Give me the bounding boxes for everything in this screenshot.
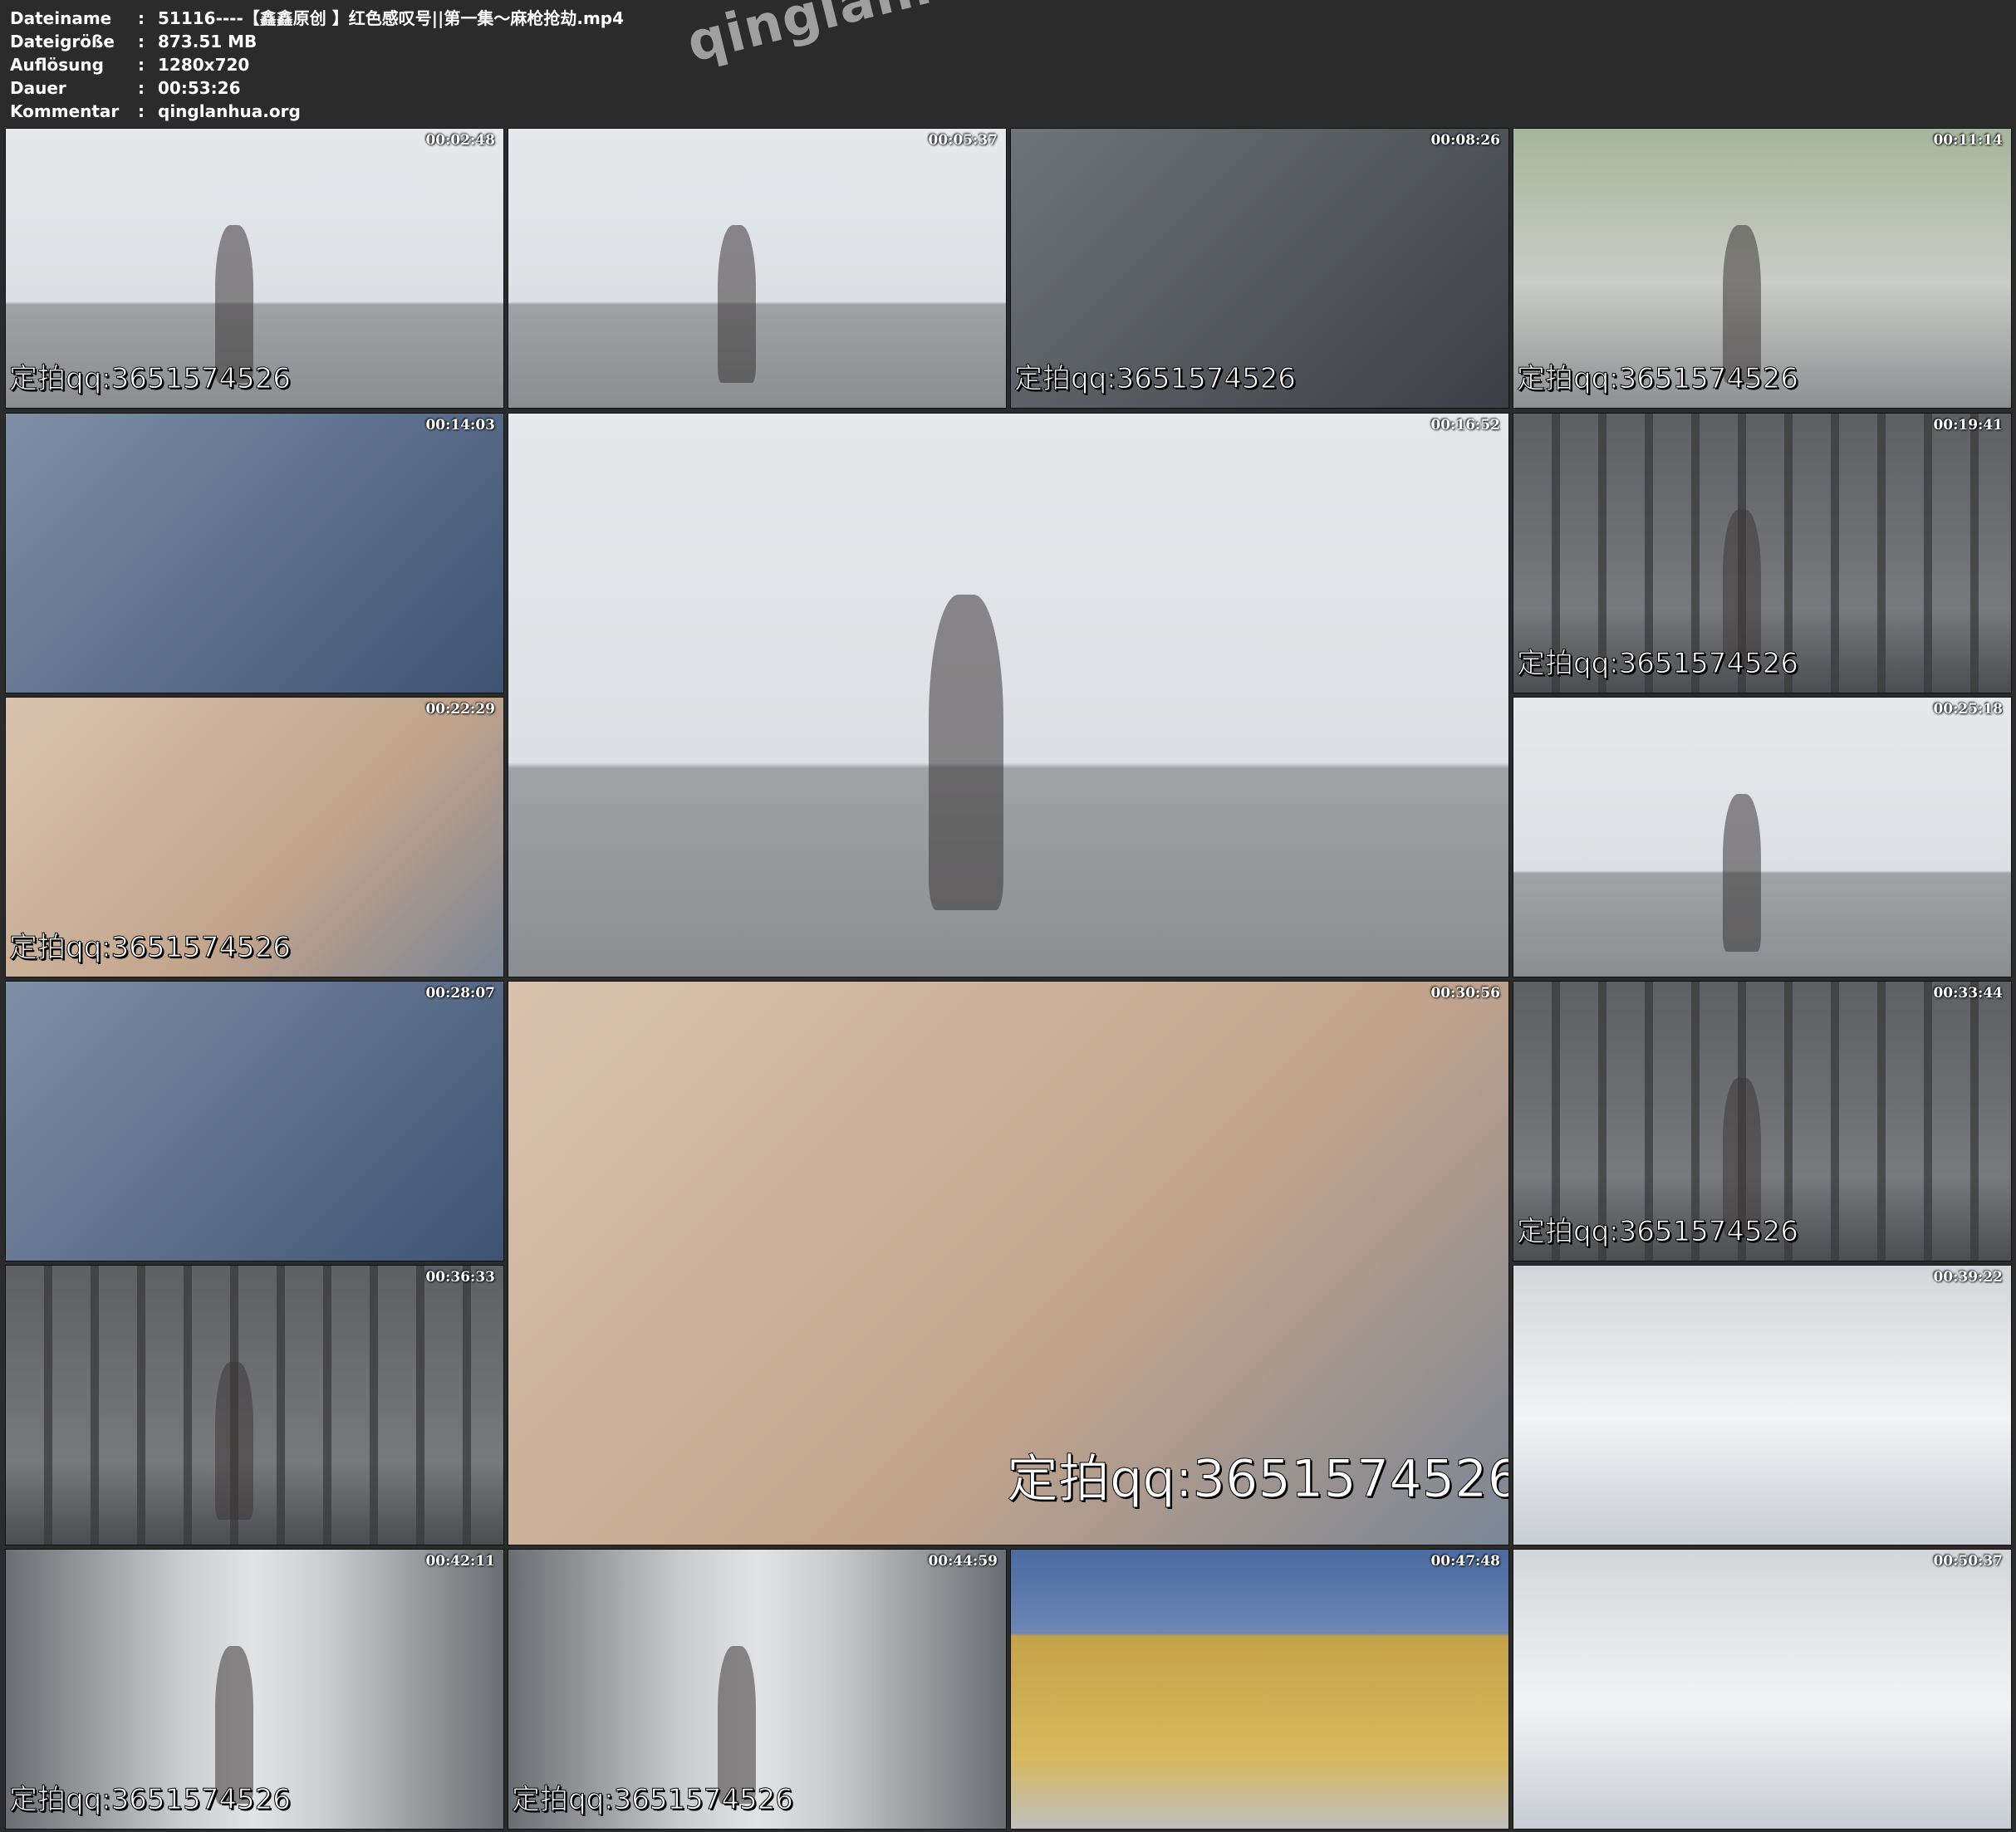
thumbnail-timestamp: 00:50:37 xyxy=(1933,1553,2003,1570)
thumbnail-caption: 定拍qq:3651574526 xyxy=(1006,1448,1509,1510)
meta-key: Dateigröße xyxy=(10,32,115,51)
thumbnail-timestamp: 00:11:14 xyxy=(1933,132,2003,149)
video-thumbnail: 00:30:56 定拍qq:3651574526 xyxy=(508,981,1509,1545)
video-thumbnail: 00:05:37 xyxy=(508,128,1007,409)
meta-value: 51116----【鑫鑫原创 】红色感叹号||第一集～麻枪抢劫.mp4 xyxy=(158,8,625,28)
site-watermark: qinglanhua.net xyxy=(681,0,1149,75)
thumbnail-timestamp: 00:42:11 xyxy=(425,1553,495,1570)
file-info-header: Dateiname:51116----【鑫鑫原创 】红色感叹号||第一集～麻枪抢… xyxy=(10,7,624,123)
thumbnail-image xyxy=(6,982,503,1261)
thumbnail-image xyxy=(1513,698,2011,977)
thumbnail-timestamp: 00:22:29 xyxy=(425,701,495,718)
video-thumbnail: 00:39:22 xyxy=(1513,1265,2012,1545)
thumbnail-timestamp: 00:05:37 xyxy=(928,132,998,149)
thumbnail-timestamp: 00:19:41 xyxy=(1933,417,2003,434)
meta-key: Dauer xyxy=(10,78,66,98)
meta-separator: : xyxy=(138,78,145,98)
video-thumbnail: 00:19:41 定拍qq:3651574526 xyxy=(1513,413,2012,693)
thumbnail-image xyxy=(6,414,503,693)
meta-row-resolution: Auflösung:1280x720 xyxy=(10,53,624,76)
thumbnail-timestamp: 00:08:26 xyxy=(1430,132,1500,149)
meta-separator: : xyxy=(138,32,145,51)
meta-row-filename: Dateiname:51116----【鑫鑫原创 】红色感叹号||第一集～麻枪抢… xyxy=(10,7,624,30)
meta-row-duration: Dauer:00:53:26 xyxy=(10,76,624,100)
thumbnail-timestamp: 00:36:33 xyxy=(425,1269,495,1286)
thumbnail-caption: 定拍qq:3651574526 xyxy=(9,362,292,396)
thumbnail-caption: 定拍qq:3651574526 xyxy=(1517,362,1799,396)
person-silhouette xyxy=(928,595,1003,910)
video-thumbnail: 00:22:29 定拍qq:3651574526 xyxy=(5,697,504,977)
thumbnail-caption: 定拍qq:3651574526 xyxy=(1517,1215,1799,1249)
person-silhouette xyxy=(214,1362,253,1520)
person-silhouette xyxy=(717,225,756,383)
thumbnail-timestamp: 00:47:48 xyxy=(1430,1553,1500,1570)
meta-separator: : xyxy=(138,55,145,75)
thumbnail-timestamp: 00:39:22 xyxy=(1933,1269,2003,1286)
thumbnail-caption: 定拍qq:3651574526 xyxy=(1517,647,1799,681)
video-thumbnail: 00:14:03 xyxy=(5,413,504,693)
video-thumbnail: 00:44:59 定拍qq:3651574526 xyxy=(508,1549,1007,1830)
thumbnail-caption: 定拍qq:3651574526 xyxy=(1014,362,1297,396)
thumbnail-timestamp: 00:28:07 xyxy=(425,985,495,1002)
cell-bars xyxy=(6,1266,503,1545)
video-thumbnail: 00:11:14 定拍qq:3651574526 xyxy=(1513,128,2012,409)
thumbnail-caption: 定拍qq:3651574526 xyxy=(9,931,292,965)
video-thumbnail: 00:02:48 定拍qq:3651574526 xyxy=(5,128,504,409)
meta-separator: : xyxy=(138,101,145,121)
video-thumbnail: 00:50:37 xyxy=(1513,1549,2012,1830)
thumbnail-image xyxy=(1513,1266,2011,1545)
thumbnail-image xyxy=(6,1266,503,1545)
meta-row-filesize: Dateigröße:873.51 MB xyxy=(10,30,624,53)
thumbnail-image xyxy=(508,129,1006,408)
meta-key: Kommentar xyxy=(10,101,120,121)
thumbnail-timestamp: 00:16:52 xyxy=(1430,417,1500,434)
video-thumbnail: 00:47:48 xyxy=(1010,1549,1509,1830)
thumbnail-timestamp: 00:25:18 xyxy=(1933,701,2003,718)
video-thumbnail: 00:08:26 定拍qq:3651574526 xyxy=(1010,128,1509,409)
video-thumbnail: 00:28:07 xyxy=(5,981,504,1261)
thumbnail-caption: 定拍qq:3651574526 xyxy=(512,1783,794,1817)
thumbnail-timestamp: 00:02:48 xyxy=(425,132,495,149)
person-silhouette xyxy=(1722,794,1761,952)
meta-value: 00:53:26 xyxy=(158,78,241,98)
thumbnail-timestamp: 00:30:56 xyxy=(1430,985,1500,1002)
meta-value: 873.51 MB xyxy=(158,32,258,51)
video-thumbnail: 00:33:44 定拍qq:3651574526 xyxy=(1513,981,2012,1261)
meta-value: qinglanhua.org xyxy=(158,101,301,121)
thumbnail-image xyxy=(1513,1550,2011,1829)
thumbnail-timestamp: 00:44:59 xyxy=(928,1553,998,1570)
thumbnail-image xyxy=(508,414,1508,977)
meta-value: 1280x720 xyxy=(158,55,250,75)
video-thumbnail: 00:42:11 定拍qq:3651574526 xyxy=(5,1549,504,1830)
thumbnail-caption: 定拍qq:3651574526 xyxy=(9,1783,292,1817)
video-thumbnail: 00:16:52 xyxy=(508,413,1509,977)
video-thumbnail: 00:25:18 xyxy=(1513,697,2012,977)
meta-row-comment: Kommentar: qinglanhua.org xyxy=(10,100,624,123)
meta-key: Auflösung xyxy=(10,55,104,75)
meta-separator: : xyxy=(138,8,145,28)
thumbnail-image xyxy=(1011,1550,1508,1829)
thumbnail-timestamp: 00:33:44 xyxy=(1933,985,2003,1002)
video-thumbnail: 00:36:33 xyxy=(5,1265,504,1545)
meta-key: Dateiname xyxy=(10,8,112,28)
thumbnail-timestamp: 00:14:03 xyxy=(425,417,495,434)
